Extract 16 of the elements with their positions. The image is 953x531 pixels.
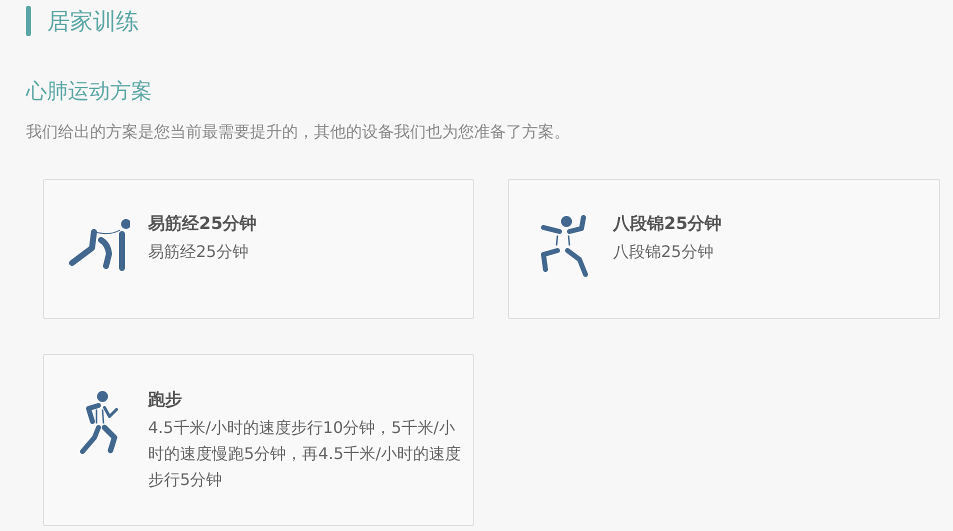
page-title: 居家训练 bbox=[47, 8, 139, 36]
section-description: 我们给出的方案是您当前最需要提升的，其他的设备我们也为您准备了方案。 bbox=[26, 121, 571, 143]
plan-description: 4.5千米/小时的速度步行10分钟，5千米/小时的速度慢跑5分钟，再4.5千米/小时的速度步行5分钟 bbox=[148, 417, 462, 491]
plan-title: 八段锦25分钟 bbox=[613, 213, 723, 236]
running-figure-icon bbox=[80, 390, 118, 454]
section-title: 心肺运动方案 bbox=[26, 78, 153, 105]
martial-arts-figure-icon bbox=[540, 215, 588, 277]
plan-card[interactable]: 易筋经25分钟 易筋经25分钟 bbox=[43, 179, 474, 319]
plan-card[interactable]: 八段锦25分钟 八段锦25分钟 bbox=[508, 179, 940, 319]
stretching-figure-icon bbox=[68, 218, 130, 274]
title-accent-bar bbox=[26, 6, 31, 36]
plan-description: 易筋经25分钟 bbox=[148, 241, 250, 263]
plan-description: 八段锦25分钟 bbox=[613, 241, 714, 263]
plan-title: 跑步 bbox=[148, 389, 183, 412]
plan-title: 易筋经25分钟 bbox=[148, 213, 258, 236]
plan-card[interactable]: 跑步 4.5千米/小时的速度步行10分钟，5千米/小时的速度慢跑5分钟，再4.5千米/小时的速度步行5分钟 bbox=[43, 354, 474, 526]
